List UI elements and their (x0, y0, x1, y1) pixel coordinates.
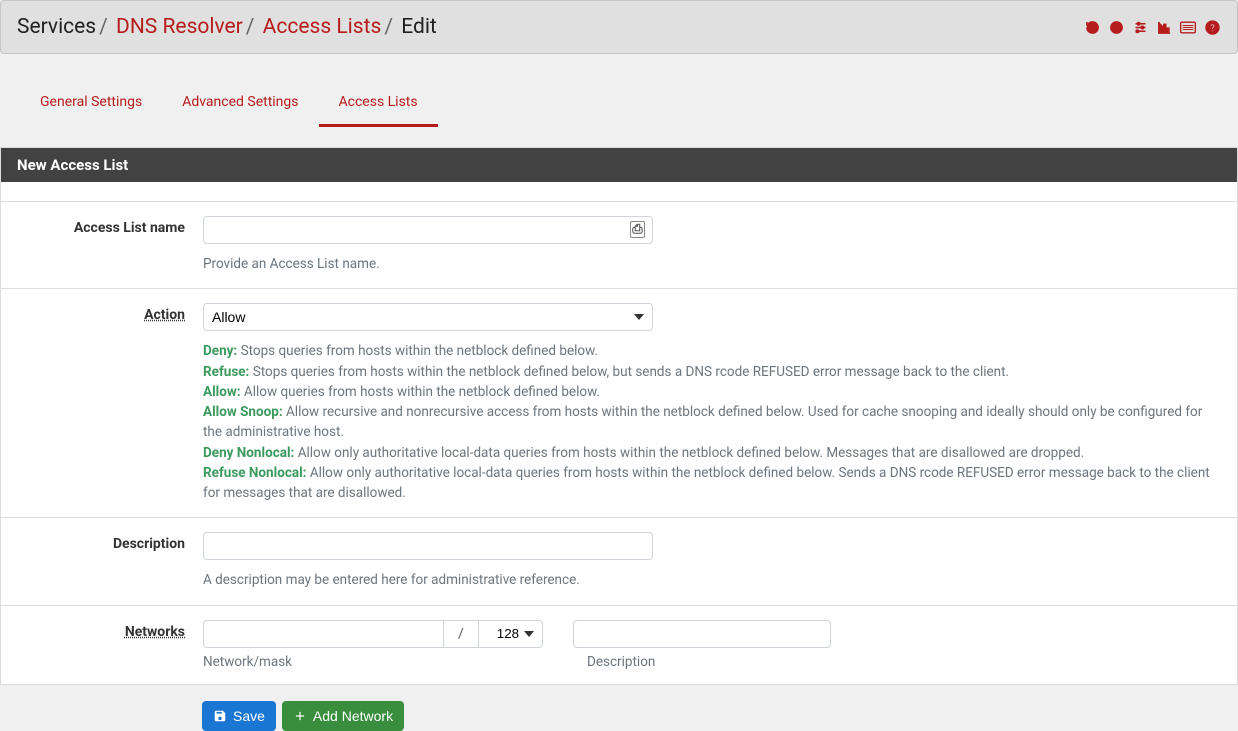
breadcrumb-dns-resolver[interactable]: DNS Resolver (116, 15, 243, 39)
tabs: General Settings Advanced Settings Acces… (0, 84, 1238, 127)
label-name: Access List name (74, 220, 185, 236)
button-row: Save Add Network (202, 701, 1238, 731)
cidr-separator: / (443, 620, 479, 648)
header-action-icons: ? (1083, 18, 1221, 36)
sublabel-network-mask: Network/mask (203, 654, 557, 670)
chart-icon[interactable] (1155, 18, 1173, 36)
refresh-icon[interactable] (1083, 18, 1101, 36)
sliders-icon[interactable] (1131, 18, 1149, 36)
network-address-input[interactable] (203, 620, 443, 648)
row-action: Action Allow Deny: Stops queries from ho… (1, 289, 1237, 518)
save-button[interactable]: Save (202, 701, 276, 731)
label-action: Action (144, 307, 185, 323)
breadcrumb: Services/ DNS Resolver/ Access Lists/ Ed… (17, 15, 437, 39)
description-input[interactable] (203, 532, 653, 560)
row-description: Description A description may be entered… (1, 518, 1237, 605)
page-header: Services/ DNS Resolver/ Access Lists/ Ed… (0, 0, 1238, 54)
action-select[interactable]: Allow (203, 303, 653, 331)
label-description: Description (113, 536, 185, 552)
row-networks: Networks / 128 Network/mask Description (1, 606, 1237, 684)
tab-access-lists[interactable]: Access Lists (319, 84, 438, 127)
access-list-name-input[interactable] (203, 216, 653, 244)
help-description: A description may be entered here for ad… (203, 570, 1219, 590)
stop-icon[interactable] (1107, 18, 1125, 36)
add-network-button[interactable]: Add Network (282, 701, 404, 731)
network-description-input[interactable] (573, 620, 831, 648)
row-name: Access List name ⎙ Provide an Access Lis… (1, 202, 1237, 289)
contacts-icon[interactable]: ⎙ (630, 221, 645, 238)
access-list-panel: New Access List Access List name ⎙ Provi… (0, 147, 1238, 685)
network-mask-select[interactable]: 128 (479, 620, 543, 648)
panel-title: New Access List (1, 148, 1237, 182)
tab-general-settings[interactable]: General Settings (20, 84, 162, 127)
breadcrumb-current: Edit (401, 15, 437, 39)
breadcrumb-root: Services (17, 15, 96, 39)
save-icon (213, 709, 227, 723)
breadcrumb-access-lists[interactable]: Access Lists (263, 15, 382, 39)
help-action: Deny: Stops queries from hosts within th… (203, 341, 1219, 503)
label-networks: Networks (125, 624, 185, 640)
plus-icon (293, 709, 307, 723)
log-icon[interactable] (1179, 18, 1197, 36)
svg-text:?: ? (1210, 23, 1215, 34)
help-icon[interactable]: ? (1203, 18, 1221, 36)
tab-advanced-settings[interactable]: Advanced Settings (162, 84, 318, 127)
help-name: Provide an Access List name. (203, 254, 1219, 274)
sublabel-description: Description (587, 654, 655, 670)
